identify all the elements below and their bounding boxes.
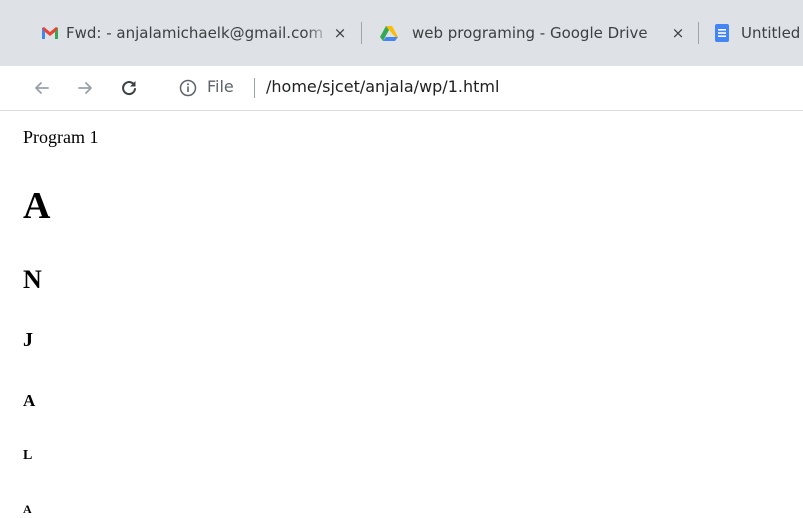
tab-untitled-document[interactable]: Untitled document (741, 18, 803, 48)
url-scheme-label: File (207, 77, 234, 96)
tab-google-drive[interactable]: web programing - Google Drive (412, 18, 667, 48)
arrow-right-icon (78, 82, 92, 94)
gmail-icon (42, 27, 58, 39)
tab-separator (698, 22, 699, 44)
tab-strip: Fwd: - anjalamichaelk@gmail.com × web pr… (0, 0, 803, 66)
heading-3: J (23, 329, 33, 351)
address-bar-url[interactable]: /home/sjcet/anjala/wp/1.html (266, 77, 499, 96)
page-content: Program 1 A N J A L A (0, 111, 803, 518)
tab-title: Untitled document (741, 24, 803, 42)
reload-icon (122, 81, 136, 96)
tab-title: Fwd: - anjalamichaelk@gmail.com (66, 24, 324, 42)
browser-toolbar: File /home/sjcet/anjala/wp/1.html (0, 66, 803, 111)
forward-button[interactable] (70, 73, 100, 103)
heading-4: A (23, 391, 36, 410)
tab-gmail[interactable]: Fwd: - anjalamichaelk@gmail.com (66, 18, 331, 48)
google-docs-icon (715, 24, 729, 42)
omnibox-divider (254, 78, 255, 98)
tab-close-icon[interactable]: × (668, 19, 688, 47)
intro-paragraph: Program 1 (23, 127, 99, 147)
info-icon[interactable] (178, 78, 198, 98)
reload-button[interactable] (114, 73, 144, 103)
heading-5: L (23, 448, 33, 463)
back-button[interactable] (27, 73, 57, 103)
tab-title: web programing - Google Drive (412, 24, 648, 42)
tab-fade (305, 18, 331, 48)
google-drive-icon (380, 26, 398, 41)
arrow-left-icon (35, 82, 49, 94)
heading-1: A (23, 185, 51, 227)
tab-separator (361, 22, 362, 44)
heading-2: N (23, 265, 42, 294)
tab-close-icon[interactable]: × (330, 19, 350, 47)
heading-6: A (23, 502, 32, 516)
